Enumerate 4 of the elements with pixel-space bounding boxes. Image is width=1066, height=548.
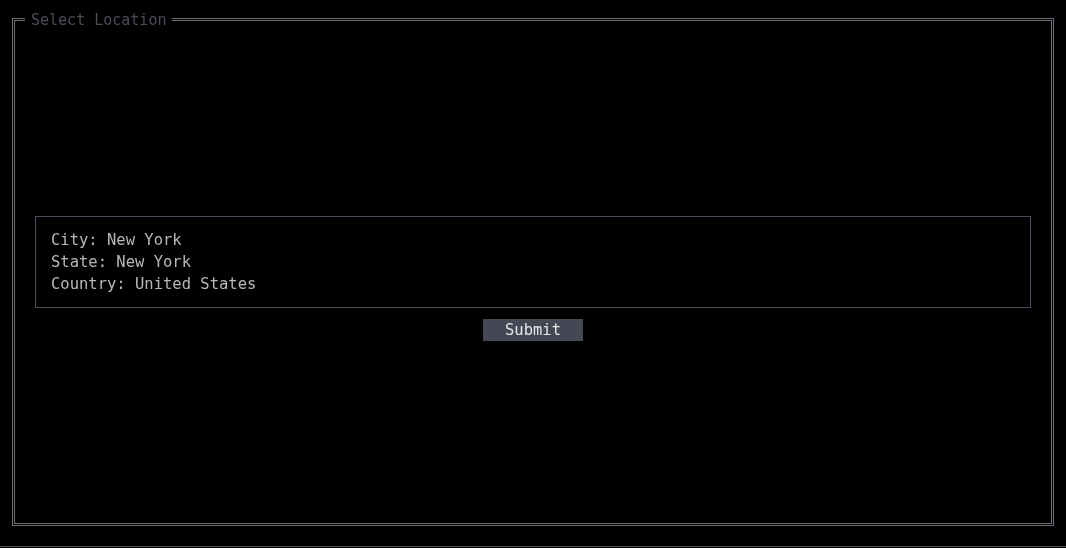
detail-line: Country: United States xyxy=(51,274,258,295)
detail-line: City: New York xyxy=(51,230,183,251)
detail-line: State: New York xyxy=(51,252,192,273)
submit-button[interactable]: Submit xyxy=(483,319,583,341)
